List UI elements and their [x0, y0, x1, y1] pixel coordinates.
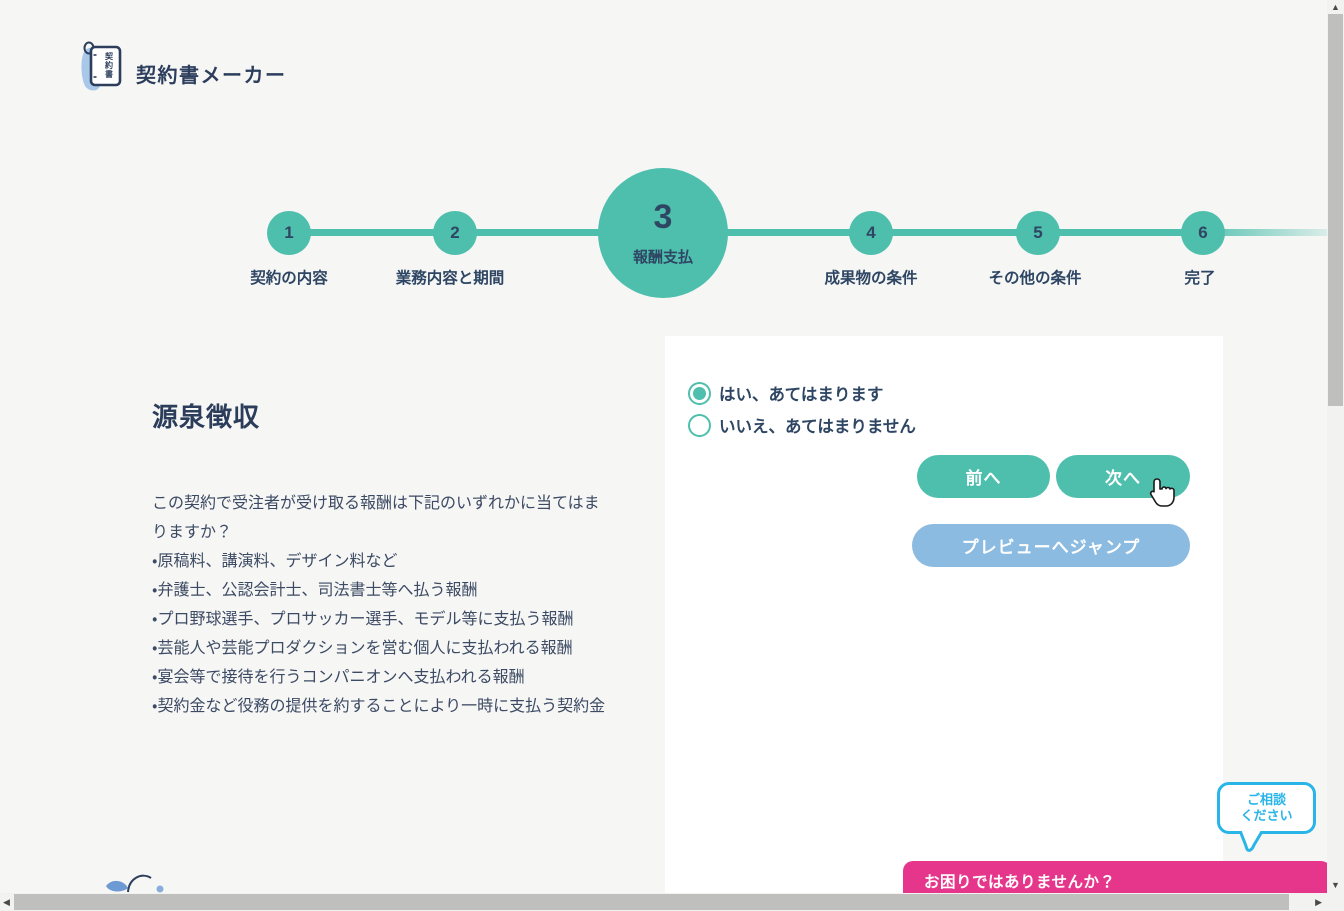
question-bullet: ・プロ野球選手、プロサッカー選手、モデル等に支払う報酬 [152, 611, 574, 628]
stepper-step-3-current[interactable]: 3 報酬支払 [598, 168, 728, 298]
svg-text:書: 書 [105, 69, 113, 79]
radio-option-label: いいえ、あてはまりません [719, 418, 916, 436]
question-bullet: ・宴会等で接待を行うコンパニオンへ支払われる報酬 [152, 669, 525, 686]
answer-options: はい、あてはまります いいえ、あてはまりません [688, 377, 916, 441]
partial-illustration-icon [106, 874, 164, 893]
jump-to-preview-button[interactable]: プレビューへジャンプ [912, 524, 1190, 567]
scroll-left-arrow-icon[interactable]: ◀ [3, 898, 10, 907]
radio-selected-icon[interactable] [688, 381, 711, 405]
svg-text:契: 契 [105, 51, 114, 61]
scroll-down-arrow-icon[interactable]: ▼ [1331, 881, 1340, 890]
step-number: 4 [866, 223, 876, 242]
scroll-up-arrow-icon[interactable]: ▲ [1331, 3, 1340, 12]
svg-text:約: 約 [104, 60, 113, 70]
stepper-step-4[interactable]: 4 [849, 211, 893, 255]
stepper-step-1[interactable]: 1 [267, 211, 311, 255]
step-label-5: その他の条件 [988, 270, 1082, 287]
bubble-text-line1: ご相談 [1246, 792, 1286, 807]
radio-option-label: はい、あてはまります [719, 386, 884, 404]
radio-option-no[interactable]: いいえ、あてはまりません [688, 409, 916, 441]
scroll-right-arrow-icon[interactable]: ▶ [1315, 898, 1322, 907]
stepper-step-6[interactable]: 6 [1181, 211, 1225, 255]
help-banner-text: お困りではありませんか？ [924, 874, 1116, 891]
question-bullet: ・弁護士、公認会計士、司法書士等へ払う報酬 [152, 582, 478, 599]
bubble-text-line2: ください [1240, 808, 1293, 823]
question-bullet: ・芸能人や芸能プロダクションを営む個人に支払われる報酬 [152, 640, 573, 657]
step-number: 5 [1033, 223, 1043, 242]
app-header: 契 約 書 契約書メーカー [76, 38, 287, 99]
stepper-step-2[interactable]: 2 [433, 211, 477, 255]
step-label: 報酬支払 [632, 248, 693, 266]
stepper-step-5[interactable]: 5 [1016, 211, 1060, 255]
step-label-1: 契約の内容 [250, 270, 328, 287]
next-button[interactable]: 次へ [1056, 455, 1190, 498]
step-label-2: 業務内容と期間 [395, 270, 505, 287]
step-label-6: 完了 [1184, 270, 1216, 287]
horizontal-scrollbar-thumb[interactable] [14, 894, 1289, 910]
step-number: 2 [450, 223, 460, 242]
question-title: 源泉徴収 [152, 402, 261, 432]
step-number: 1 [284, 223, 294, 242]
radio-option-yes[interactable]: はい、あてはまります [688, 377, 916, 409]
horizontal-scrollbar[interactable]: ◀ ▶ [0, 893, 1344, 911]
question-intro: この契約で受注者が受け取る報酬は下記のいずれかに当てはまりますか？ [152, 495, 600, 541]
question-bullet: ・契約金など役務の提供を約することにより一時に支払う契約金 [152, 698, 606, 715]
question-description: この契約で受注者が受け取る報酬は下記のいずれかに当てはまりますか？ ・原稿料、講… [152, 489, 614, 721]
question-bullet: ・原稿料、講演料、デザイン料など [152, 553, 398, 570]
step-label-4: 成果物の条件 [824, 270, 918, 287]
vertical-scrollbar-thumb[interactable] [1328, 14, 1343, 406]
step-number: 3 [653, 197, 673, 236]
radio-unselected-icon[interactable] [688, 413, 711, 437]
prev-button[interactable]: 前へ [917, 455, 1050, 498]
brand-name: 契約書メーカー [136, 65, 287, 87]
speech-bubble-tail-icon [1238, 831, 1264, 852]
consult-speech-bubble[interactable]: ご相談 ください [1217, 782, 1316, 834]
vertical-scrollbar[interactable]: ▲ ▼ [1327, 0, 1344, 893]
app-logo-icon: 契 約 書 [76, 38, 126, 99]
step-number: 6 [1198, 223, 1208, 242]
